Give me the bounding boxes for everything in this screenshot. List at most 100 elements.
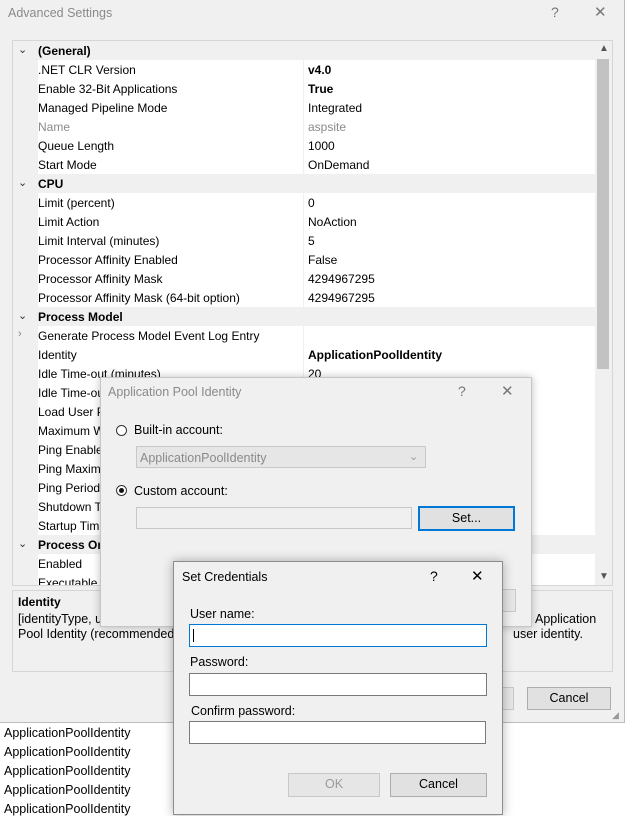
property-name: .NET CLR Version [38,63,136,77]
property-value[interactable]: 0 [308,196,315,210]
category-label: Process Orp [38,538,110,552]
custom-account-radio[interactable] [116,485,127,496]
property-row[interactable]: Processor Affinity Mask 4294967295 [13,269,595,288]
category-label: Process Model [38,310,123,324]
column-divider [303,136,304,155]
list-item: ApplicationPoolIdentity [4,764,131,778]
collapse-icon[interactable]: ⌄ [18,537,27,550]
property-row[interactable]: Limit Action NoAction [13,212,595,231]
chevron-down-icon: ⌄ [409,451,419,463]
column-divider [303,269,304,288]
help-icon[interactable]: ? [430,568,438,584]
property-name: Processor Affinity Mask (64-bit option) [38,291,240,305]
column-divider [303,117,304,136]
property-value[interactable]: OnDemand [308,158,369,172]
property-name: Identity [38,348,77,362]
property-row[interactable]: Managed Pipeline Mode Integrated [13,98,595,117]
property-name: Generate Process Model Event Log Entry [38,329,260,343]
property-name: Enable 32-Bit Applications [38,82,178,96]
property-row[interactable]: Name aspsite [13,117,595,136]
resize-grip-icon[interactable]: ◢ [612,710,619,721]
description-text-right: Application [535,612,597,626]
property-name: Ping Maxim [38,462,101,476]
property-row[interactable]: Processor Affinity Enabled False [13,250,595,269]
collapse-icon[interactable]: ⌄ [18,176,27,189]
property-row[interactable]: Limit Interval (minutes) 5 [13,231,595,250]
property-value[interactable]: NoAction [308,215,357,229]
category-label: (General) [38,44,91,58]
property-name: Processor Affinity Mask [38,272,163,286]
dialog-title: Application Pool Identity [108,385,242,399]
description-text: [identityType, us [18,612,109,626]
property-row[interactable]: Start Mode OnDemand [13,155,595,174]
column-divider [303,60,304,79]
collapse-icon[interactable]: ⌄ [18,309,27,322]
property-value[interactable]: Integrated [308,101,362,115]
column-divider [303,326,304,345]
property-name: Shutdown T [38,500,102,514]
property-name: Enabled [38,557,83,571]
property-name: Start Mode [38,158,97,172]
set-credentials-dialog: Set Credentials ? ✕ User name: Password:… [173,561,503,815]
property-value[interactable]: 5 [308,234,315,248]
property-value[interactable]: True [308,82,333,96]
description-title: Identity [18,595,61,609]
password-label: Password: [190,655,249,669]
help-icon[interactable]: ? [551,4,559,20]
property-value[interactable]: 4294967295 [308,291,375,305]
scroll-up-icon[interactable]: ▲ [599,43,609,54]
property-name: Limit (percent) [38,196,115,210]
property-row[interactable]: Limit (percent) 0 [13,193,595,212]
category-row[interactable]: ⌄ (General) [13,41,595,60]
property-name: Processor Affinity Enabled [38,253,178,267]
close-icon[interactable]: ✕ [471,567,484,585]
custom-account-field[interactable] [136,507,412,529]
expand-icon[interactable]: › [18,328,22,340]
list-item: ApplicationPoolIdentity [4,802,131,816]
description-text-right-2: user identity. [513,627,583,641]
property-name: Startup Tim [38,519,100,533]
property-name: Executable [38,576,98,586]
property-value[interactable]: 1000 [308,139,335,153]
property-value[interactable]: ApplicationPoolIdentity [308,348,442,362]
property-value[interactable]: 4294967295 [308,272,375,286]
list-item: ApplicationPoolIdentity [4,726,131,740]
column-divider [303,345,304,364]
dialog-title: Set Credentials [182,570,268,584]
column-divider [303,212,304,231]
property-row[interactable]: Queue Length 1000 [13,136,595,155]
builtin-account-select[interactable]: ApplicationPoolIdentity ⌄ [136,446,426,468]
password-input[interactable] [189,673,487,696]
property-name: Load User P [38,405,105,419]
property-value[interactable]: aspsite [308,120,346,134]
property-row[interactable]: Enable 32-Bit Applications True [13,79,595,98]
scroll-down-icon[interactable]: ▼ [599,571,609,582]
scrollbar-thumb[interactable] [597,59,609,369]
category-row[interactable]: ⌄ Process Model [13,307,595,326]
help-icon[interactable]: ? [458,383,466,399]
builtin-account-radio[interactable] [116,425,127,436]
property-name: Limit Action [38,215,100,229]
collapse-icon[interactable]: ⌄ [18,43,27,56]
category-row[interactable]: ⌄ CPU [13,174,595,193]
column-divider [303,98,304,117]
cancel-button[interactable]: Cancel [527,687,611,710]
property-name: Idle Time-ou [38,386,105,400]
property-row[interactable]: › Generate Process Model Event Log Entry [13,326,595,345]
property-name: Maximum W [38,424,105,438]
username-input[interactable] [189,624,487,647]
close-icon[interactable]: ✕ [501,382,514,400]
confirm-password-input[interactable] [189,721,486,744]
property-name: Ping Period [38,481,101,495]
property-row[interactable]: .NET CLR Version v4.0 [13,60,595,79]
property-name: Queue Length [38,139,115,153]
property-row[interactable]: Processor Affinity Mask (64-bit option) 4… [13,288,595,307]
ok-button[interactable]: OK [288,773,380,797]
set-button[interactable]: Set... [418,506,515,531]
cancel-button[interactable]: Cancel [390,773,487,797]
close-icon[interactable]: ✕ [594,3,607,21]
property-value[interactable]: False [308,253,337,267]
property-row[interactable]: Identity ApplicationPoolIdentity [13,345,595,364]
property-value[interactable]: v4.0 [308,63,331,77]
property-name: Limit Interval (minutes) [38,234,160,248]
